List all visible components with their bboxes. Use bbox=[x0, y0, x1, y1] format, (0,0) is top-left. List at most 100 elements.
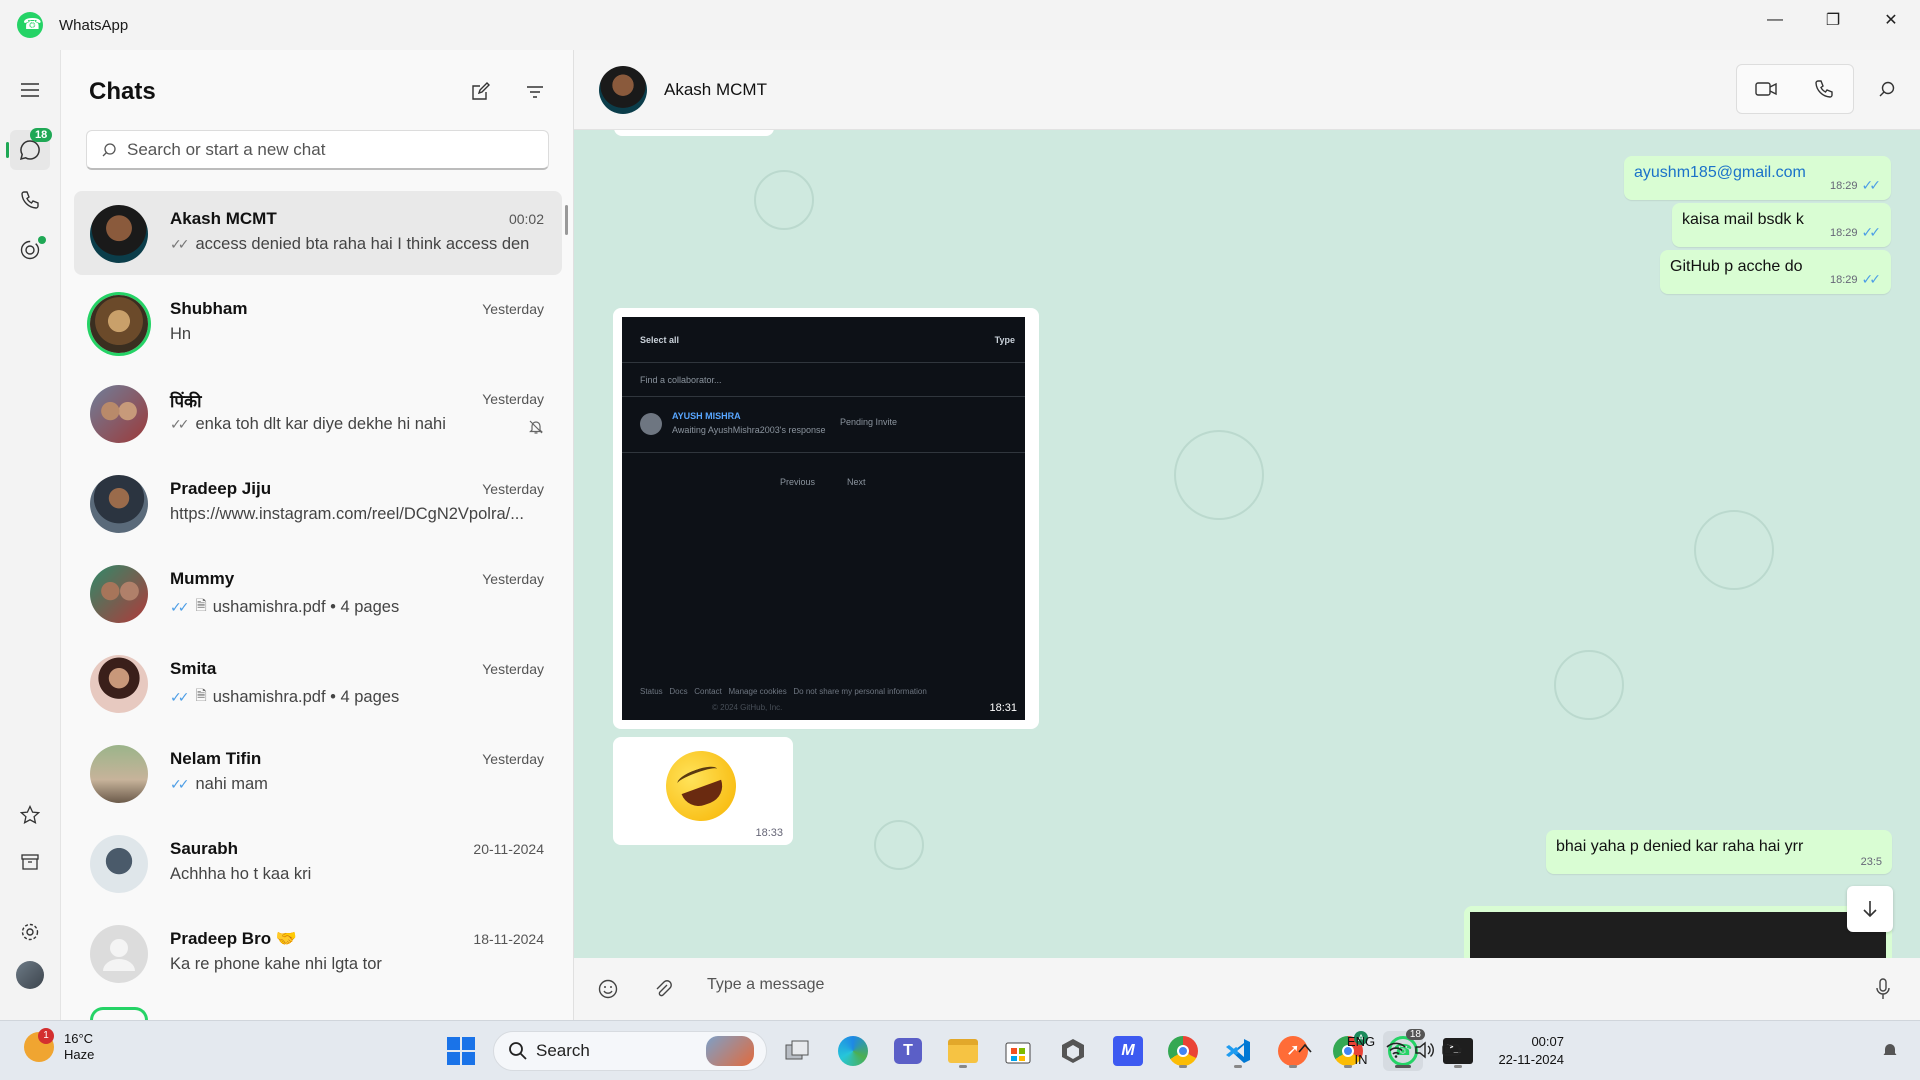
wifi-icon[interactable] bbox=[1386, 1042, 1406, 1063]
avatar bbox=[90, 385, 148, 443]
attach-button[interactable] bbox=[646, 972, 680, 1006]
clock[interactable]: 00:07 22-11-2024 bbox=[1474, 1033, 1564, 1069]
image-text: Awaiting AyushMishra2003's response bbox=[672, 425, 826, 435]
nav-rail: 18 bbox=[0, 50, 61, 1020]
sticker-message-bubble[interactable]: 18:33 bbox=[613, 737, 793, 845]
message-area[interactable]: ayushm185@gmail.com 18:29 ✓✓ kaisa mail b… bbox=[574, 130, 1920, 958]
task-view-button[interactable] bbox=[778, 1031, 818, 1071]
chat-preview: Achhha ho t kaa kri bbox=[170, 865, 530, 884]
scroll-to-bottom-button[interactable] bbox=[1847, 886, 1893, 932]
avatar bbox=[90, 205, 148, 263]
document-icon: 🗎 bbox=[195, 597, 207, 613]
message-bubble[interactable]: kaisa mail bsdk k 18:29 ✓✓ bbox=[1672, 203, 1891, 247]
chat-list-item[interactable]: Pradeep Jiju Yesterday https://www.insta… bbox=[74, 461, 562, 545]
unread-badge: 18 bbox=[30, 128, 53, 142]
archived-nav-button[interactable] bbox=[10, 842, 50, 882]
new-chat-button[interactable] bbox=[464, 76, 496, 108]
contact-name[interactable]: Akash MCMT bbox=[664, 80, 767, 100]
image-text: Select all bbox=[640, 335, 680, 345]
store-button[interactable] bbox=[998, 1031, 1038, 1071]
chat-time: Yesterday bbox=[482, 751, 544, 767]
whatsapp-unread-badge: 18 bbox=[1405, 1029, 1425, 1040]
battery-icon[interactable] bbox=[1442, 1043, 1462, 1062]
avatar bbox=[90, 1007, 148, 1020]
message-bubble[interactable]: bhai yaha p denied kar raha hai yrr 23:5 bbox=[1546, 830, 1892, 874]
conversation-header: Akash MCMT bbox=[574, 50, 1920, 130]
double-tick-icon: ✓✓ bbox=[1861, 224, 1882, 240]
weather-temp: 16°C bbox=[64, 1031, 94, 1046]
github-screenshot-image[interactable]: Select all Type Find a collaborator... A… bbox=[622, 317, 1025, 720]
chat-search[interactable] bbox=[86, 130, 549, 170]
volume-icon[interactable] bbox=[1414, 1041, 1434, 1064]
image-message-bubble[interactable] bbox=[1464, 906, 1892, 958]
settings-nav-button[interactable] bbox=[10, 912, 50, 952]
image-avatar bbox=[640, 413, 662, 435]
vscode-button[interactable] bbox=[1218, 1031, 1258, 1071]
taskbar-search[interactable]: Search bbox=[493, 1031, 767, 1071]
language-indicator[interactable]: ENG IN bbox=[1343, 1033, 1379, 1069]
start-button[interactable] bbox=[441, 1031, 481, 1071]
message-time: 18:33 bbox=[755, 827, 783, 839]
chat-list-panel: Chats Akash MCMT 00:02 ✓✓ access denied b… bbox=[61, 50, 574, 1020]
archive-icon bbox=[21, 854, 39, 870]
chat-list-scrollbar[interactable] bbox=[565, 205, 568, 235]
chat-list-item[interactable]: पिंकी Yesterday ✓✓ enka toh dlt kar diye … bbox=[74, 371, 562, 455]
weather-desc: Haze bbox=[64, 1047, 95, 1062]
weather-widget[interactable]: 1 16°C Haze bbox=[24, 1028, 94, 1063]
chat-list-item[interactable]: Nelam Tifin Yesterday ✓✓ nahi mam bbox=[74, 731, 562, 815]
minimize-button[interactable]: — bbox=[1746, 0, 1804, 40]
filter-button[interactable] bbox=[519, 76, 551, 108]
edge-button[interactable] bbox=[833, 1031, 873, 1071]
running-indicator bbox=[1179, 1065, 1187, 1068]
chats-nav-button[interactable]: 18 bbox=[6, 128, 53, 170]
message-time: 18:29 bbox=[1830, 273, 1858, 286]
code-screenshot-image[interactable] bbox=[1470, 912, 1886, 958]
weather-text: 16°C Haze bbox=[64, 1031, 94, 1063]
chat-preview-text: nahi mam bbox=[195, 775, 268, 793]
close-button[interactable]: ✕ bbox=[1862, 0, 1920, 40]
message-bubble[interactable]: GitHub p acche do 18:29 ✓✓ bbox=[1660, 250, 1891, 294]
teams-button[interactable]: T bbox=[888, 1031, 928, 1071]
search-input[interactable] bbox=[127, 139, 527, 160]
restore-button[interactable]: ❐ bbox=[1804, 0, 1862, 40]
app-button[interactable]: M bbox=[1108, 1031, 1148, 1071]
profile-button[interactable] bbox=[10, 955, 50, 995]
document-icon: 🗎 bbox=[195, 687, 207, 703]
chrome-button[interactable] bbox=[1163, 1031, 1203, 1071]
chat-list-item[interactable]: Mummy Yesterday ✓✓ 🗎 ushamishra.pdf • 4 pa… bbox=[74, 551, 562, 635]
chat-list-item[interactable]: Pradeep Bro 🤝 18-11-2024 Ka re phone kah… bbox=[74, 911, 562, 995]
image-message-bubble[interactable]: Select all Type Find a collaborator... A… bbox=[613, 308, 1039, 729]
chat-preview-text: Ka re phone kahe nhi lgta tor bbox=[170, 955, 382, 973]
notifications-button[interactable] bbox=[1882, 1041, 1898, 1064]
voice-call-button[interactable] bbox=[1795, 65, 1853, 113]
contact-avatar[interactable] bbox=[599, 66, 647, 114]
tray-overflow-button[interactable] bbox=[1297, 1041, 1313, 1059]
avatar bbox=[90, 835, 148, 893]
video-call-button[interactable] bbox=[1737, 65, 1795, 113]
clock-time: 00:07 bbox=[1531, 1034, 1564, 1049]
starred-nav-button[interactable] bbox=[10, 795, 50, 835]
message-text[interactable]: ayushm185@gmail.com bbox=[1634, 164, 1806, 181]
chat-list-item[interactable]: Shubham Yesterday Hn bbox=[74, 281, 562, 365]
image-row: Select all Type bbox=[622, 317, 1025, 363]
unity-hub-button[interactable] bbox=[1053, 1031, 1093, 1071]
search-in-chat-button[interactable] bbox=[1870, 72, 1904, 106]
chat-list-item[interactable]: Smita Yesterday ✓✓ 🗎 ushamishra.pdf • 4 pa… bbox=[74, 641, 562, 725]
chat-preview-text: Achhha ho t kaa kri bbox=[170, 865, 312, 883]
menu-icon[interactable] bbox=[10, 70, 50, 110]
message-bubble[interactable]: ayushm185@gmail.com 18:29 ✓✓ bbox=[1624, 156, 1891, 200]
voice-message-button[interactable] bbox=[1866, 972, 1900, 1006]
calls-nav-button[interactable] bbox=[10, 180, 50, 220]
sun-haze-icon: 1 bbox=[24, 1028, 54, 1062]
status-nav-button[interactable] bbox=[10, 230, 50, 270]
chat-list-item[interactable]: Saurabh 20-11-2024 Achhha ho t kaa kri bbox=[74, 821, 562, 905]
vscode-icon bbox=[1226, 1039, 1250, 1063]
message-time: 18:29 bbox=[1830, 179, 1858, 192]
message-input[interactable] bbox=[707, 976, 1807, 994]
chat-preview-text: https://www.instagram.com/reel/DCgN2Vpol… bbox=[170, 505, 524, 523]
file-explorer-button[interactable] bbox=[943, 1031, 983, 1071]
chat-list-item[interactable]: Akash MCMT 00:02 ✓✓ access denied bta rah… bbox=[74, 191, 562, 275]
avatar bbox=[90, 655, 148, 713]
emoji-button[interactable] bbox=[591, 972, 625, 1006]
app-logo-icon: M bbox=[1113, 1036, 1143, 1066]
